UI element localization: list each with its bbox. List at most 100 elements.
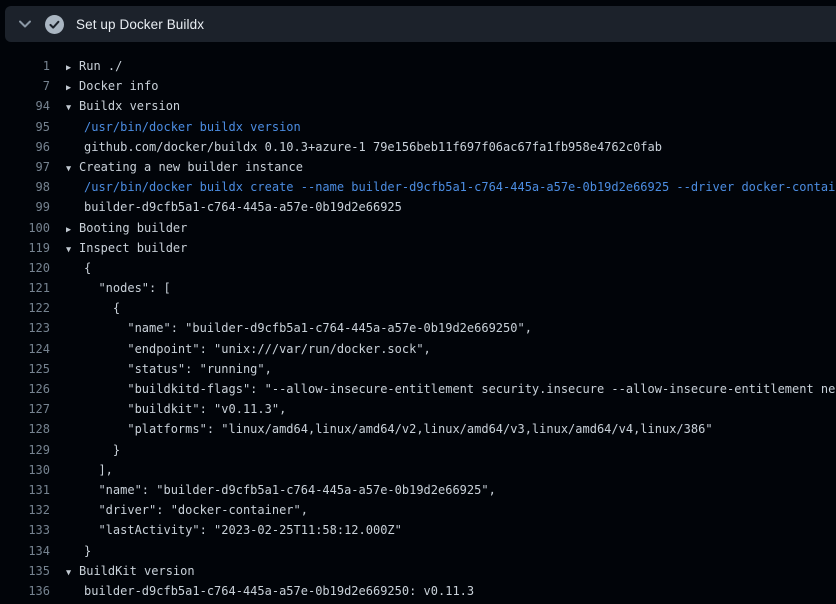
group-line: ▼BuildKit version (66, 561, 836, 581)
log-row: 99 builder-d9cfb5a1-c764-445a-a57e-0b19d2… (0, 197, 836, 217)
triangle-right-icon: ▶ (66, 220, 79, 238)
log-group-row[interactable]: 135 ▼BuildKit version (0, 561, 836, 581)
log-group-row[interactable]: 94 ▼Buildx version (0, 96, 836, 116)
line-number[interactable]: 132 (0, 500, 50, 520)
output-line: { (66, 298, 836, 318)
line-number[interactable]: 100 (0, 218, 50, 238)
line-number[interactable]: 134 (0, 541, 50, 561)
log-row: 124 "endpoint": "unix:///var/run/docker.… (0, 339, 836, 359)
group-title: Booting builder (79, 221, 187, 235)
line-number[interactable]: 94 (0, 96, 50, 116)
output-line: "name": "builder-d9cfb5a1-c764-445a-a57e… (66, 480, 836, 500)
output-line: "driver": "docker-container", (66, 500, 836, 520)
line-number[interactable]: 120 (0, 258, 50, 278)
log-group-row[interactable]: 1 ▶Run ./ (0, 56, 836, 76)
log-group-row[interactable]: 7 ▶Docker info (0, 76, 836, 96)
line-number[interactable]: 131 (0, 480, 50, 500)
group-title: Docker info (79, 79, 158, 93)
log-row: 127 "buildkit": "v0.11.3", (0, 399, 836, 419)
line-number[interactable]: 127 (0, 399, 50, 419)
log-row: 122 { (0, 298, 836, 318)
log-row: 96 github.com/docker/buildx 0.10.3+azure-… (0, 137, 836, 157)
line-number[interactable]: 7 (0, 76, 50, 96)
triangle-down-icon: ▼ (66, 240, 79, 258)
line-number[interactable]: 124 (0, 339, 50, 359)
triangle-down-icon: ▼ (66, 98, 79, 116)
log-row: 121 "nodes": [ (0, 278, 836, 298)
command-line: /usr/bin/docker buildx create --name bui… (66, 177, 836, 197)
output-line: "platforms": "linux/amd64,linux/amd64/v2… (66, 419, 836, 439)
line-number[interactable]: 129 (0, 440, 50, 460)
chevron-down-icon[interactable] (18, 19, 32, 29)
line-number[interactable]: 119 (0, 238, 50, 258)
output-line: } (66, 541, 836, 561)
command-line: /usr/bin/docker buildx version (66, 117, 836, 137)
output-line: "nodes": [ (66, 278, 836, 298)
output-line: "status": "running", (66, 359, 836, 379)
log-row: 131 "name": "builder-d9cfb5a1-c764-445a-… (0, 480, 836, 500)
output-line: "lastActivity": "2023-02-25T11:58:12.000… (66, 520, 836, 540)
line-number[interactable]: 97 (0, 157, 50, 177)
log-row: 132 "driver": "docker-container", (0, 500, 836, 520)
log-row: 130 ], (0, 460, 836, 480)
line-number[interactable]: 133 (0, 520, 50, 540)
group-line: ▶Docker info (66, 76, 836, 96)
line-number[interactable]: 136 (0, 581, 50, 601)
output-line: "buildkitd-flags": "--allow-insecure-ent… (66, 379, 836, 399)
line-number[interactable]: 130 (0, 460, 50, 480)
output-line: ], (66, 460, 836, 480)
log-group-row[interactable]: 119 ▼Inspect builder (0, 238, 836, 258)
group-line: ▶Run ./ (66, 56, 836, 76)
log-row: 95/usr/bin/docker buildx version (0, 117, 836, 137)
output-line: builder-d9cfb5a1-c764-445a-a57e-0b19d2e6… (66, 581, 836, 601)
line-number[interactable]: 126 (0, 379, 50, 399)
log-row: 98/usr/bin/docker buildx create --name b… (0, 177, 836, 197)
log-row: 129 } (0, 440, 836, 460)
check-circle-icon (45, 15, 64, 34)
group-title: Inspect builder (79, 241, 187, 255)
line-number[interactable]: 95 (0, 117, 50, 137)
line-number[interactable]: 123 (0, 318, 50, 338)
group-title: Buildx version (79, 99, 180, 113)
output-line: builder-d9cfb5a1-c764-445a-a57e-0b19d2e6… (66, 197, 836, 217)
group-line: ▶Booting builder (66, 218, 836, 238)
output-line: "endpoint": "unix:///var/run/docker.sock… (66, 339, 836, 359)
log-viewer: 1▶Run ./7▶Docker info94▼Buildx version95… (0, 42, 836, 604)
log-group-row[interactable]: 97 ▼Creating a new builder instance (0, 157, 836, 177)
line-number[interactable]: 96 (0, 137, 50, 157)
log-row: 125 "status": "running", (0, 359, 836, 379)
line-number[interactable]: 128 (0, 419, 50, 439)
log-row: 126 "buildkitd-flags": "--allow-insecure… (0, 379, 836, 399)
log-row: 133 "lastActivity": "2023-02-25T11:58:12… (0, 520, 836, 540)
log-row: 120 { (0, 258, 836, 278)
group-title: Creating a new builder instance (79, 160, 303, 174)
log-row: 123 "name": "builder-d9cfb5a1-c764-445a-… (0, 318, 836, 338)
log-row: 134} (0, 541, 836, 561)
output-line: "buildkit": "v0.11.3", (66, 399, 836, 419)
output-line: } (66, 440, 836, 460)
line-number[interactable]: 1 (0, 56, 50, 76)
group-title: Run ./ (79, 59, 122, 73)
line-number[interactable]: 125 (0, 359, 50, 379)
triangle-down-icon: ▼ (66, 563, 79, 581)
line-number[interactable]: 99 (0, 197, 50, 217)
group-line: ▼Creating a new builder instance (66, 157, 836, 177)
step-header[interactable]: Set up Docker Buildx (5, 6, 836, 42)
triangle-right-icon: ▶ (66, 78, 79, 96)
line-number[interactable]: 122 (0, 298, 50, 318)
group-line: ▼Inspect builder (66, 238, 836, 258)
triangle-right-icon: ▶ (66, 58, 79, 76)
output-line: "name": "builder-d9cfb5a1-c764-445a-a57e… (66, 318, 836, 338)
line-number[interactable]: 98 (0, 177, 50, 197)
output-line: github.com/docker/buildx 0.10.3+azure-1 … (66, 137, 836, 157)
line-number[interactable]: 121 (0, 278, 50, 298)
line-number[interactable]: 135 (0, 561, 50, 581)
triangle-down-icon: ▼ (66, 159, 79, 177)
group-title: BuildKit version (79, 564, 195, 578)
log-row: 136 builder-d9cfb5a1-c764-445a-a57e-0b19d… (0, 581, 836, 601)
step-title: Set up Docker Buildx (76, 17, 204, 32)
output-line: { (66, 258, 836, 278)
log-group-row[interactable]: 100 ▶Booting builder (0, 218, 836, 238)
log-lines: 1▶Run ./7▶Docker info94▼Buildx version95… (0, 56, 836, 601)
group-line: ▼Buildx version (66, 96, 836, 116)
